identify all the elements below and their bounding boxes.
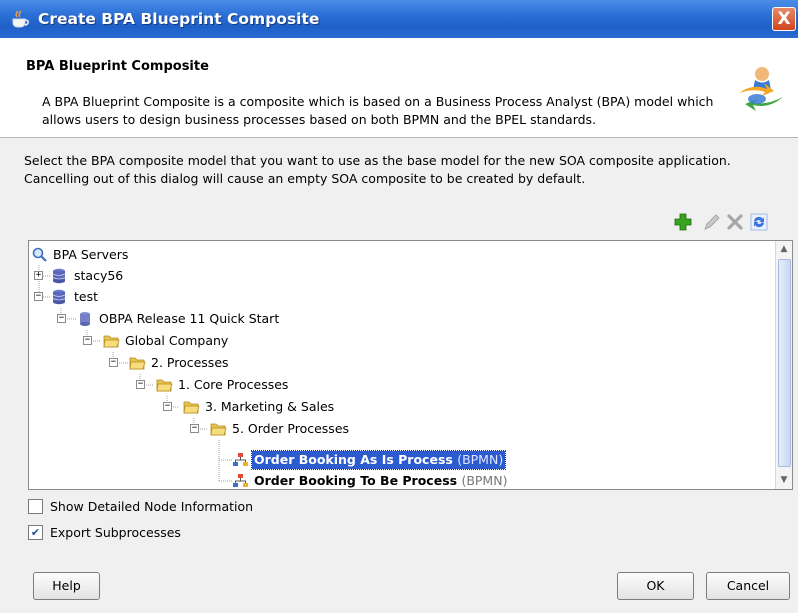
tree-node-label: 3. Marketing & Sales (205, 399, 335, 414)
header-panel: BPA Blueprint Composite A BPA Blueprint … (0, 38, 798, 138)
process-icon (233, 474, 248, 487)
database-icon (52, 268, 66, 284)
collapse-icon[interactable]: − (163, 402, 172, 411)
collapse-icon[interactable]: − (34, 292, 43, 301)
title-bar: Create BPA Blueprint Composite X (0, 0, 798, 38)
collapse-icon[interactable]: − (57, 314, 66, 323)
collapse-icon[interactable]: − (190, 424, 199, 433)
add-icon[interactable] (673, 212, 693, 232)
bpa-composite-icon (739, 67, 783, 111)
header-description: A BPA Blueprint Composite is a composite… (42, 94, 714, 127)
tree-node-label: 1. Core Processes (178, 377, 289, 392)
folder-open-icon (103, 335, 120, 348)
scroll-down-arrow-icon[interactable]: ▼ (778, 473, 790, 487)
close-button[interactable]: X (772, 7, 796, 31)
header-title: BPA Blueprint Composite (26, 59, 209, 74)
folder-open-icon (183, 401, 200, 414)
tree-node-label: 2. Processes (151, 355, 229, 370)
close-icon: X (777, 9, 791, 29)
tree-node-label: test (74, 289, 99, 304)
tree-node-label: Global Company (125, 333, 229, 348)
collapse-icon[interactable]: − (83, 336, 92, 345)
tree-node-label: 5. Order Processes (232, 421, 350, 436)
collapse-icon[interactable]: − (109, 358, 118, 367)
export-subprocesses-label: Export Subprocesses (50, 525, 181, 540)
refresh-icon[interactable] (749, 212, 769, 232)
window-title: Create BPA Blueprint Composite (38, 10, 320, 28)
folder-open-icon (156, 379, 173, 392)
folder-open-icon (129, 357, 146, 370)
java-cup-icon (12, 10, 29, 28)
ok-button[interactable]: OK (617, 572, 694, 600)
tree-node-label: stacy56 (74, 268, 124, 283)
checkmark-icon: ✔ (30, 526, 41, 539)
scroll-up-arrow-icon[interactable]: ▲ (778, 242, 790, 256)
tree-toolbar (673, 212, 793, 234)
show-detailed-label: Show Detailed Node Information (50, 499, 254, 514)
help-button[interactable]: Help (33, 572, 100, 600)
tree-node-label: OBPA Release 11 Quick Start (99, 311, 280, 326)
search-icon (32, 247, 47, 262)
database-icon (52, 289, 66, 305)
instructions-text: Select the BPA composite model that you … (24, 153, 731, 186)
tree-node-label: Order Booking To Be Process (BPMN) (254, 473, 508, 488)
bpa-server-tree[interactable]: BPA Servers + stacy56 − test − OBPA Rele… (28, 240, 793, 490)
export-subprocesses-checkbox[interactable]: ✔ (28, 525, 43, 540)
scrollbar-thumb[interactable] (778, 259, 791, 467)
tree-node-label: BPA Servers (53, 247, 129, 262)
delete-icon[interactable] (725, 212, 745, 232)
database-icon (80, 312, 90, 326)
expand-icon[interactable]: + (34, 271, 43, 280)
process-icon (233, 453, 248, 466)
collapse-icon[interactable]: − (136, 380, 145, 389)
tree-vertical-scrollbar[interactable]: ▲ ▼ (775, 241, 792, 489)
show-detailed-checkbox[interactable] (28, 499, 43, 514)
folder-open-icon (210, 423, 227, 436)
edit-icon[interactable] (701, 212, 721, 232)
cancel-button[interactable]: Cancel (706, 572, 790, 600)
tree-node-label: Order Booking As Is Process (BPMN) (250, 450, 507, 470)
